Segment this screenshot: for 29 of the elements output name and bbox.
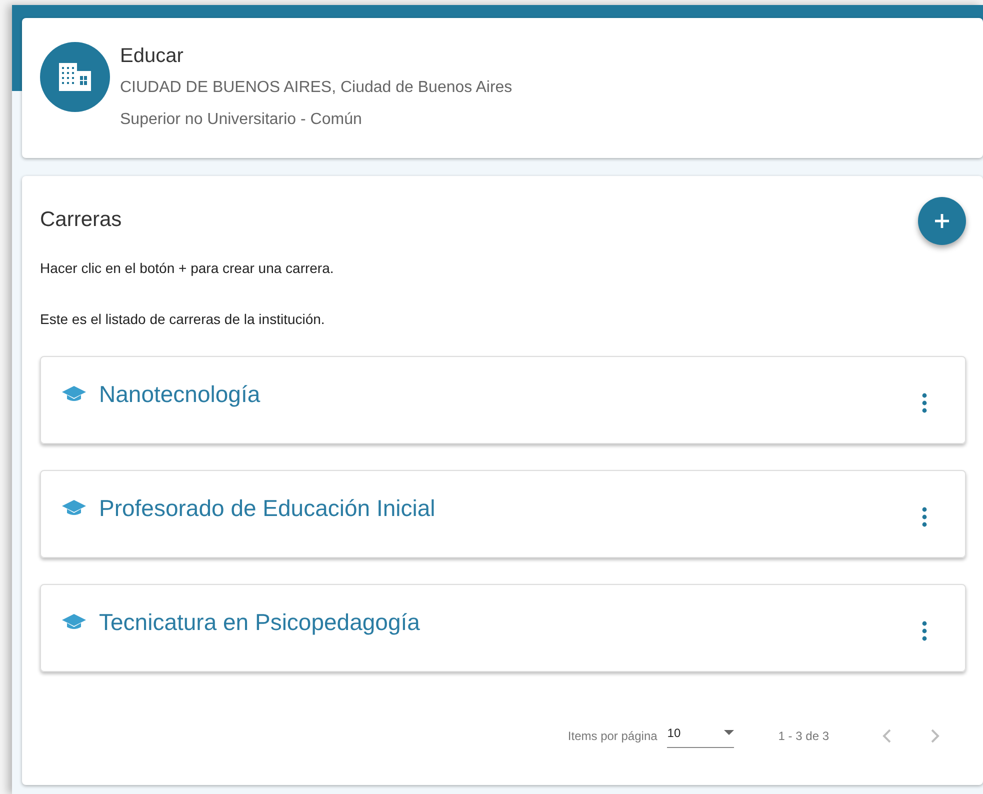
hint-text: Este es el listado de carreras de la institución. [40, 310, 326, 328]
more-vertical-icon [922, 392, 926, 412]
career-card[interactable]: Tecnicatura en Psicopedagogía [40, 584, 966, 672]
institution-level: Superior no Universitario - Común [120, 110, 363, 130]
graduation-cap-icon [61, 612, 87, 631]
page-size-select[interactable]: 10 [667, 724, 734, 748]
career-name: Nanotecnología [99, 380, 260, 409]
institution-name: Educar [120, 44, 184, 68]
chevron-left-icon [882, 728, 892, 744]
chevron-right-icon [930, 728, 940, 744]
plus-icon [934, 213, 950, 229]
page-range: 1 - 3 de 3 [778, 728, 829, 744]
more-options-button[interactable] [921, 506, 927, 526]
section-title: Carreras [40, 207, 122, 233]
more-options-button[interactable] [921, 392, 927, 412]
more-options-button[interactable] [921, 620, 927, 640]
dropdown-caret-icon [724, 730, 734, 735]
hint-text: Hacer clic en el botón + para crear una carrera. [40, 258, 335, 278]
more-vertical-icon [922, 620, 926, 640]
career-name: Tecnicatura en Psicopedagogía [99, 608, 420, 637]
graduation-cap-icon [61, 498, 87, 517]
institution-location: CIUDAD DE BUENOS AIRES, Ciudad de Buenos Aires [120, 78, 512, 98]
items-per-page-label: Items por página [568, 728, 658, 744]
graduation-cap-icon [61, 384, 87, 403]
career-name: Profesorado de Educación Inicial [99, 494, 436, 522]
career-card[interactable]: Nanotecnología [40, 356, 966, 444]
more-vertical-icon [922, 506, 926, 526]
add-button[interactable] [918, 197, 966, 245]
career-card[interactable]: Profesorado de Educación Inicial [40, 470, 966, 558]
